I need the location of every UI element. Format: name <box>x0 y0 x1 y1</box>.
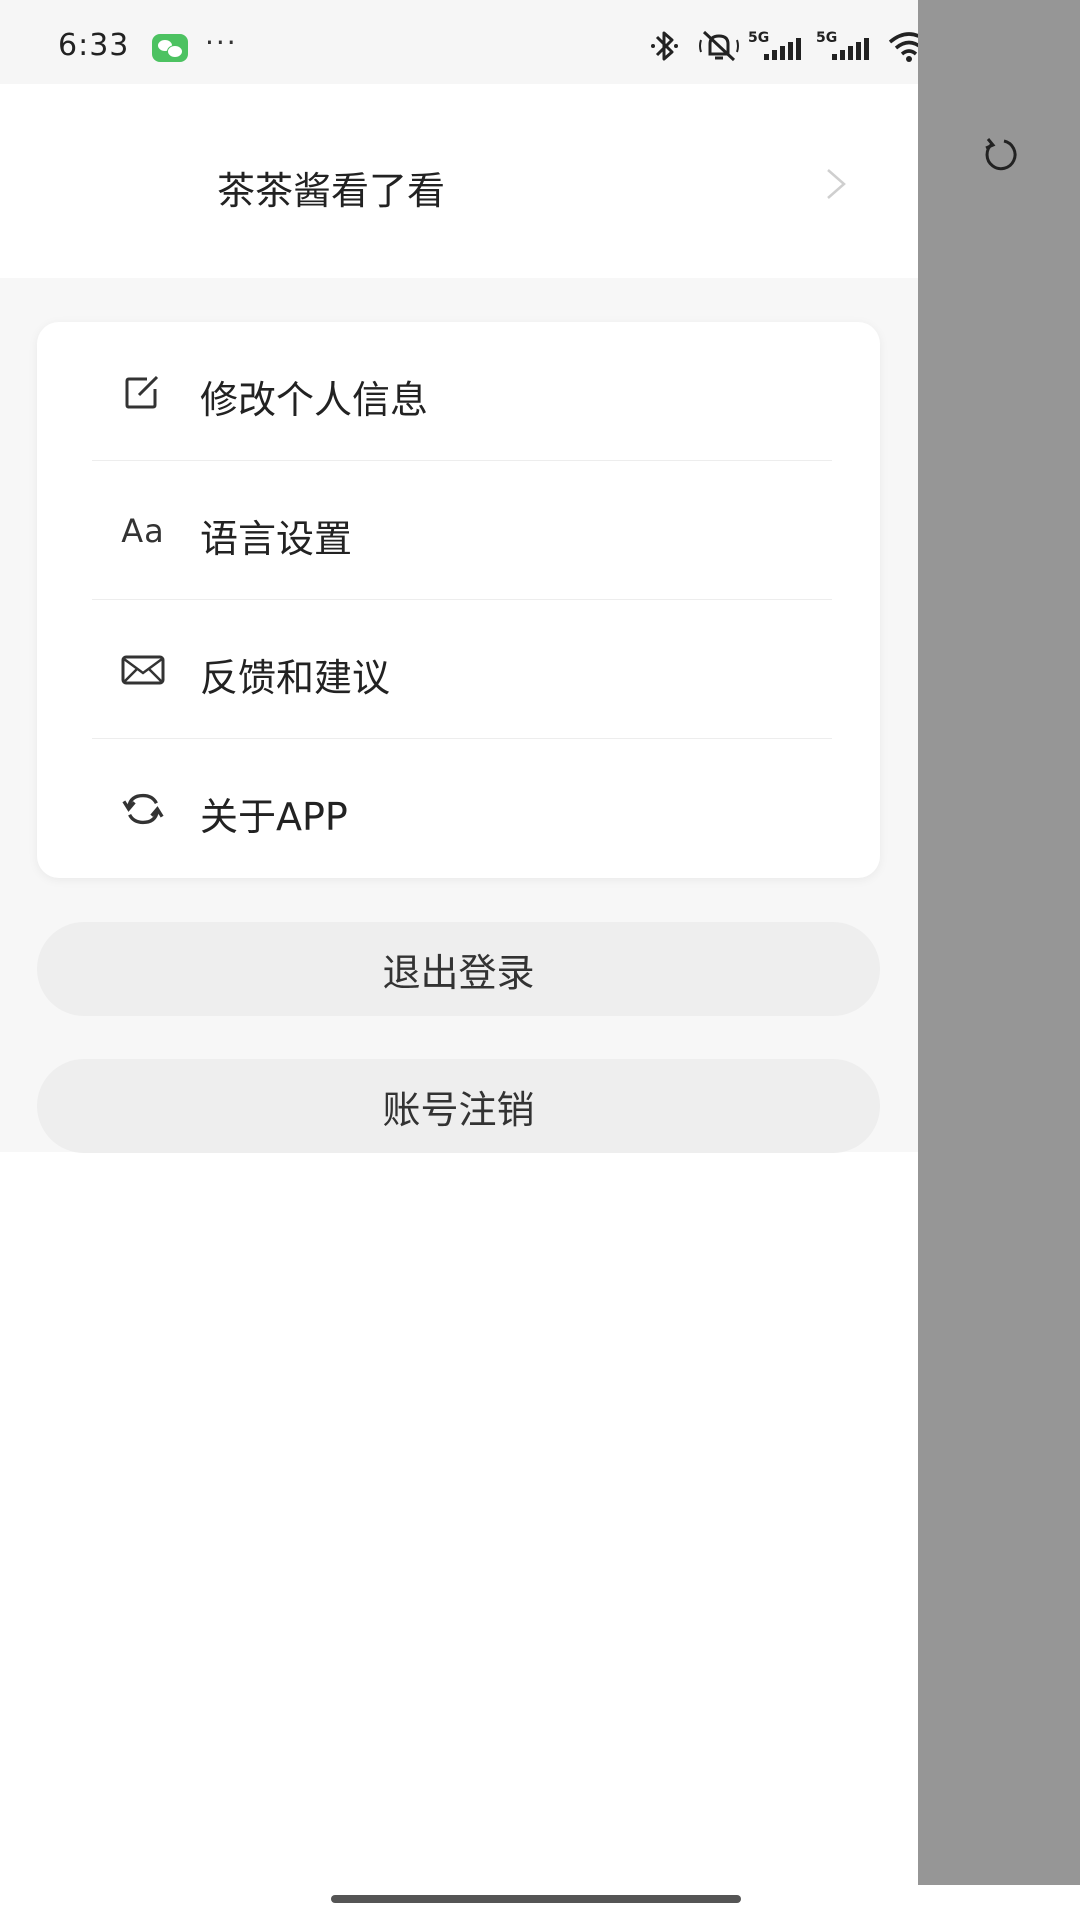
home-indicator[interactable] <box>331 1895 741 1903</box>
screen: 6:33 ··· 5G 5G 茶茶酱看了看 修改个人信息 Aa 语言设置 反馈和… <box>0 0 1080 1920</box>
logout-button[interactable]: 退出登录 <box>37 922 880 1016</box>
refresh-icon <box>121 789 165 829</box>
profile-name: 茶茶酱看了看 <box>217 169 446 213</box>
font-icon-glyph: Aa <box>121 512 165 550</box>
menu-item-label: 语言设置 <box>200 517 353 561</box>
more-notifications-icon: ··· <box>205 26 238 59</box>
mail-icon <box>121 650 165 690</box>
dim-overlay[interactable] <box>918 0 1080 1885</box>
signal-5g-icon-2: 5G <box>816 30 869 60</box>
menu-card: 修改个人信息 Aa 语言设置 反馈和建议 关于APP <box>37 322 880 878</box>
menu-item-feedback[interactable]: 反馈和建议 <box>37 600 880 738</box>
profile-row[interactable]: 茶茶酱看了看 <box>0 84 918 278</box>
menu-item-label: 修改个人信息 <box>200 378 429 422</box>
network-2-label: 5G <box>816 30 837 46</box>
chevron-right-icon <box>827 169 846 199</box>
menu-item-language[interactable]: Aa 语言设置 <box>37 461 880 599</box>
menu-item-label: 关于APP <box>200 795 348 839</box>
bluetooth-icon <box>651 31 678 61</box>
mute-icon <box>699 30 739 62</box>
wechat-icon <box>152 34 188 62</box>
signal-5g-icon: 5G <box>748 30 801 60</box>
menu-item-label: 反馈和建议 <box>200 656 391 700</box>
rotate-icon[interactable] <box>980 134 1020 174</box>
menu-item-edit-profile[interactable]: 修改个人信息 <box>37 322 880 460</box>
settings-drawer: 茶茶酱看了看 修改个人信息 Aa 语言设置 反馈和建议 关于APP 退出登录 账… <box>0 84 918 1153</box>
edit-icon <box>121 372 165 412</box>
status-time: 6:33 <box>58 28 130 63</box>
menu-item-about[interactable]: 关于APP <box>37 739 880 877</box>
network-1-label: 5G <box>748 30 769 46</box>
status-bar: 6:33 ··· 5G 5G <box>0 0 1017 84</box>
delete-account-button[interactable]: 账号注销 <box>37 1059 880 1153</box>
font-icon: Aa <box>121 511 165 551</box>
